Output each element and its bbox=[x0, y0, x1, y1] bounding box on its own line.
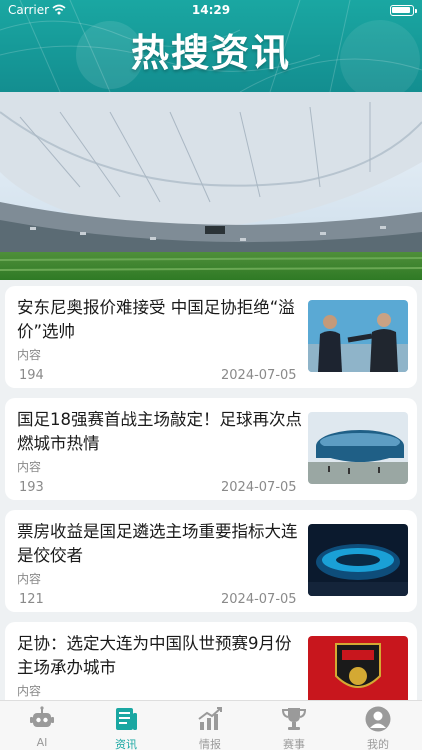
news-title: 足协：选定大连为中国队世预赛9月份主场承办城市 bbox=[17, 634, 292, 677]
news-thumbnail bbox=[308, 300, 408, 372]
page-title: 热搜资讯 bbox=[130, 31, 291, 75]
stadium-banner[interactable] bbox=[0, 92, 422, 280]
chart-icon bbox=[198, 707, 222, 730]
tab-bar: AI 资讯 情报 赛事 我的 bbox=[0, 700, 422, 750]
news-thumbnail bbox=[308, 636, 408, 700]
news-thumbnail bbox=[308, 524, 408, 596]
header: Carrier 14:29 热搜资讯 bbox=[0, 0, 422, 92]
tab-label: 资讯 bbox=[115, 738, 137, 750]
news-title: 国足18强赛首战主场敲定！足球再次点燃城市热情 bbox=[17, 410, 302, 453]
trophy-icon bbox=[281, 708, 307, 730]
news-date: 2024-07-05 bbox=[221, 480, 297, 495]
news-content-label: 内容 bbox=[17, 684, 42, 698]
news-card[interactable]: 票房收益是国足遴选主场重要指标大连是佼佼者 内容 121 2024-07-05 bbox=[5, 510, 417, 612]
news-views: 121 bbox=[19, 592, 44, 607]
news-icon bbox=[116, 708, 137, 730]
tab-profile[interactable]: 我的 bbox=[336, 701, 420, 750]
tab-intel[interactable]: 情报 bbox=[168, 701, 252, 750]
tab-news[interactable]: 资讯 bbox=[84, 701, 168, 750]
battery-icon bbox=[390, 5, 417, 16]
news-card[interactable]: 足协：选定大连为中国队世预赛9月份主场承办城市 内容 bbox=[5, 622, 417, 700]
tab-ai[interactable]: AI bbox=[0, 701, 84, 750]
news-card[interactable]: 安东尼奥报价难接受 中国足协拒绝“溢价”选帅 内容 194 2024-07-05 bbox=[5, 286, 417, 388]
tab-label: 我的 bbox=[367, 738, 389, 750]
news-list[interactable]: 安东尼奥报价难接受 中国足协拒绝“溢价”选帅 内容 194 2024-07-05… bbox=[0, 280, 422, 700]
news-content-label: 内容 bbox=[17, 348, 42, 362]
stadium-day-photo bbox=[308, 412, 408, 484]
news-views: 194 bbox=[19, 368, 44, 383]
news-content-label: 内容 bbox=[17, 572, 42, 586]
tab-label: 情报 bbox=[199, 738, 221, 750]
news-title: 安东尼奥报价难接受 中国足协拒绝“溢价”选帅 bbox=[17, 298, 295, 341]
news-title: 票房收益是国足遴选主场重要指标大连是佼佼者 bbox=[17, 522, 298, 565]
news-card[interactable]: 国足18强赛首战主场敲定！足球再次点燃城市热情 内容 193 2024-07-0… bbox=[5, 398, 417, 500]
news-views: 193 bbox=[19, 480, 44, 495]
user-icon bbox=[365, 706, 391, 732]
stadium-night-photo bbox=[308, 524, 408, 596]
news-thumbnail bbox=[308, 412, 408, 484]
coaches-photo bbox=[308, 300, 408, 372]
cfa-jersey-photo bbox=[308, 636, 408, 700]
stadium-image bbox=[0, 92, 422, 280]
robot-icon bbox=[30, 706, 54, 727]
news-date: 2024-07-05 bbox=[221, 592, 297, 607]
news-date: 2024-07-05 bbox=[221, 368, 297, 383]
tab-label: 赛事 bbox=[283, 738, 305, 750]
status-bar: Carrier 14:29 bbox=[0, 0, 422, 22]
tab-matches[interactable]: 赛事 bbox=[252, 701, 336, 750]
status-time: 14:29 bbox=[191, 3, 231, 17]
tab-label: AI bbox=[36, 736, 48, 749]
news-content-label: 内容 bbox=[17, 460, 42, 474]
